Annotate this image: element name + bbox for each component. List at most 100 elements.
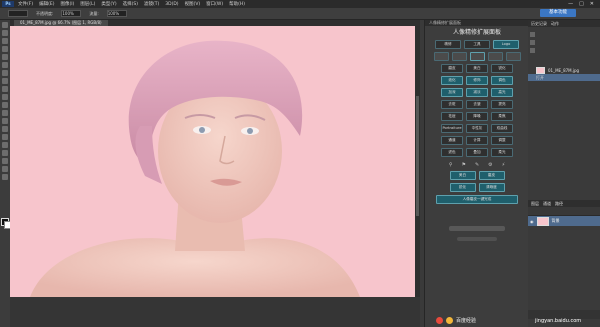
btn-neutral-gray[interactable]: 中性灰 xyxy=(466,124,488,133)
btn-whiten-2[interactable]: 美白 xyxy=(449,171,476,180)
canvas-vertical-scrollbar[interactable] xyxy=(415,26,420,297)
menu-select[interactable]: 选择(S) xyxy=(123,1,138,7)
bolt-icon[interactable]: ⚡ xyxy=(502,162,506,168)
shape-tool-icon[interactable] xyxy=(2,158,8,164)
layer-row-background[interactable]: ◉ 背景 xyxy=(528,216,600,226)
btn-softfocus[interactable]: 柔焦 xyxy=(491,112,513,121)
btn-whiten[interactable]: 美白 xyxy=(466,64,488,73)
btn-retouch[interactable]: 修饰 xyxy=(466,76,488,85)
document-canvas[interactable] xyxy=(10,26,415,297)
btn-despot[interactable]: 去斑 xyxy=(441,100,463,109)
btn-overlay[interactable]: 叠加 xyxy=(466,148,488,157)
eraser-tool-icon[interactable] xyxy=(2,102,8,108)
move-tool-icon[interactable] xyxy=(2,22,8,28)
camera-icon[interactable] xyxy=(451,52,467,61)
blurred-text-placeholder xyxy=(449,226,505,231)
tab-logo[interactable]: Logo xyxy=(493,40,519,49)
history-brush-tool-icon[interactable] xyxy=(2,94,8,100)
btn-sharpen-2[interactable]: 锐化 xyxy=(449,183,476,192)
tab-actions[interactable]: 动作 xyxy=(551,21,559,27)
history-snapshot[interactable]: 01_ME_87M.jpg xyxy=(528,67,600,74)
btn-calculate[interactable]: 计算 xyxy=(466,136,488,145)
tab-retouch[interactable]: 精修 xyxy=(435,40,461,49)
menu-edit[interactable]: 编辑(E) xyxy=(39,1,54,7)
one-click-retouch-button[interactable]: 人像磨皮一键完成 xyxy=(436,195,518,204)
btn-sharpen[interactable]: 锐化 xyxy=(491,64,513,73)
tab-tools[interactable]: 工具 xyxy=(464,40,490,49)
flow-field[interactable]: 100% xyxy=(106,10,127,17)
blur-tool-icon[interactable] xyxy=(2,118,8,124)
adjustments-panel-icon[interactable] xyxy=(529,48,535,53)
btn-highlight[interactable]: 高光 xyxy=(491,88,513,97)
tool-preset-picker[interactable] xyxy=(8,10,28,17)
layer-icon[interactable] xyxy=(469,52,485,61)
mask-icon[interactable] xyxy=(487,52,503,61)
menu-filter[interactable]: 滤镜(T) xyxy=(144,1,159,7)
swatches-panel-icon[interactable] xyxy=(529,40,535,45)
btn-smooth[interactable]: 磨皮 xyxy=(441,64,463,73)
btn-adjust[interactable]: 调整 xyxy=(491,136,513,145)
stamp-icon[interactable]: ⚲ xyxy=(449,162,453,168)
wand-icon[interactable]: ✎ xyxy=(475,162,479,168)
menu-view[interactable]: 视图(V) xyxy=(185,1,201,7)
btn-grade[interactable]: 调色 xyxy=(491,76,513,85)
settings-icon[interactable] xyxy=(505,52,521,61)
opacity-field[interactable]: 100% xyxy=(61,10,82,17)
eyedropper-tool-icon[interactable] xyxy=(2,62,8,68)
healing-brush-tool-icon[interactable] xyxy=(2,70,8,76)
maximize-icon[interactable]: □ xyxy=(579,1,584,7)
visibility-eye-icon[interactable]: ◉ xyxy=(530,219,534,224)
btn-acne[interactable]: 祛痘 xyxy=(441,112,463,121)
pen-tool-icon[interactable] xyxy=(2,134,8,140)
tab-history[interactable]: 历史记录 xyxy=(531,21,547,27)
menu-layer[interactable]: 图层(L) xyxy=(80,1,95,7)
menu-help[interactable]: 帮助(H) xyxy=(229,1,245,7)
btn-denoise[interactable]: 降噪 xyxy=(466,112,488,121)
btn-dual-curves[interactable]: 双曲线 xyxy=(491,124,513,133)
btn-smooth-2[interactable]: 磨皮 xyxy=(478,171,505,180)
hand-tool-icon[interactable] xyxy=(2,166,8,172)
minimize-icon[interactable]: — xyxy=(568,1,573,7)
btn-burn[interactable]: 加深 xyxy=(441,88,463,97)
brush-tool-icon[interactable] xyxy=(2,78,8,84)
path-select-tool-icon[interactable] xyxy=(2,150,8,156)
btn-softlight[interactable]: 柔光 xyxy=(491,148,513,157)
tab-paths[interactable]: 路径 xyxy=(555,201,563,207)
scroll-thumb[interactable] xyxy=(416,96,419,216)
menu-3d[interactable]: 3D(D) xyxy=(165,2,178,7)
btn-liquify[interactable]: 液化 xyxy=(441,76,463,85)
btn-portraiture[interactable]: Portraiture xyxy=(441,124,463,133)
btn-channels[interactable]: 通道 xyxy=(441,136,463,145)
zoom-tool-icon[interactable] xyxy=(2,174,8,180)
btn-dodge[interactable]: 减淡 xyxy=(466,88,488,97)
lasso-tool-icon[interactable] xyxy=(2,38,8,44)
dodge-tool-icon[interactable] xyxy=(2,126,8,132)
color-panel-icon[interactable] xyxy=(529,32,535,37)
btn-screen[interactable]: 滤色 xyxy=(441,148,463,157)
tab-channels[interactable]: 通道 xyxy=(543,201,551,207)
icon-row xyxy=(425,52,529,61)
type-tool-icon[interactable] xyxy=(2,142,8,148)
crop-tool-icon[interactable] xyxy=(2,54,8,60)
menu-window[interactable]: 窗口(W) xyxy=(206,1,223,7)
close-icon[interactable]: ✕ xyxy=(590,1,594,7)
marquee-tool-icon[interactable] xyxy=(2,30,8,36)
layer-options-bar[interactable] xyxy=(528,207,600,216)
btn-brighten[interactable]: 提亮 xyxy=(491,100,513,109)
btn-dewrinkle[interactable]: 去皱 xyxy=(466,100,488,109)
menu-file[interactable]: 文件(F) xyxy=(18,1,33,7)
menu-image[interactable]: 图像(I) xyxy=(60,1,74,7)
btn-clarity[interactable]: 清晰度 xyxy=(478,183,505,192)
brush-icon[interactable] xyxy=(433,52,449,61)
quick-select-tool-icon[interactable] xyxy=(2,46,8,52)
gradient-tool-icon[interactable] xyxy=(2,110,8,116)
workspace-switcher-button[interactable]: 基本功能 xyxy=(540,9,576,17)
history-panel-tabs: 历史记录 动作 xyxy=(528,20,600,27)
clone-stamp-tool-icon[interactable] xyxy=(2,86,8,92)
pin-icon[interactable]: ⚑ xyxy=(461,162,465,168)
history-step-open[interactable]: 打开 xyxy=(528,74,600,81)
menu-type[interactable]: 类型(Y) xyxy=(101,1,116,7)
tab-layers[interactable]: 图层 xyxy=(531,201,539,207)
button-row-3: 加深 减淡 高光 xyxy=(425,88,529,97)
gear-icon[interactable]: ⚙ xyxy=(488,162,492,168)
